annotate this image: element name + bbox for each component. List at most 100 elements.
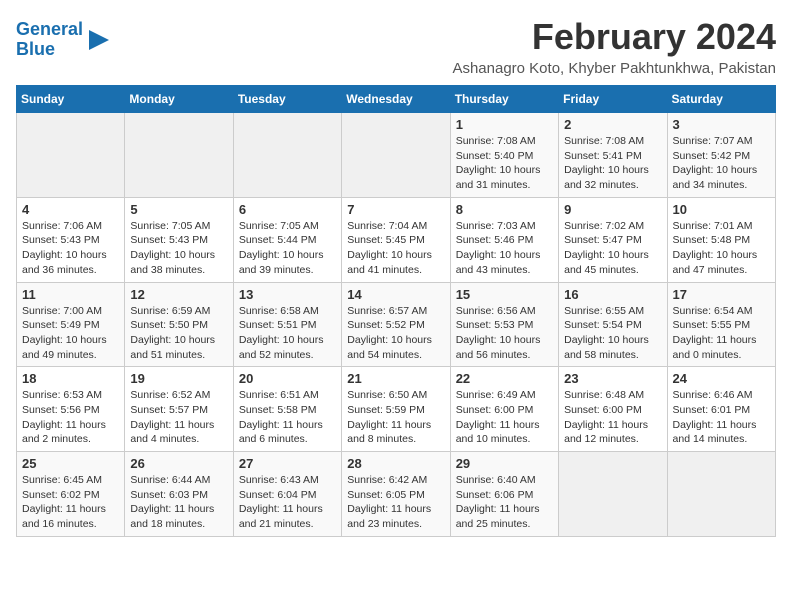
calendar-cell: 18 Sunrise: 6:53 AMSunset: 5:56 PMDayligh…	[17, 367, 125, 452]
day-number: 21	[347, 371, 444, 386]
calendar-cell: 21 Sunrise: 6:50 AMSunset: 5:59 PMDayligh…	[342, 367, 450, 452]
day-info: Sunrise: 6:53 AMSunset: 5:56 PMDaylight:…	[22, 388, 119, 447]
calendar-cell: 28 Sunrise: 6:42 AMSunset: 6:05 PMDayligh…	[342, 452, 450, 537]
calendar-cell	[17, 113, 125, 198]
day-header-wednesday: Wednesday	[342, 86, 450, 113]
day-number: 16	[564, 287, 661, 302]
calendar-cell: 20 Sunrise: 6:51 AMSunset: 5:58 PMDayligh…	[233, 367, 341, 452]
day-number: 7	[347, 202, 444, 217]
day-info: Sunrise: 6:51 AMSunset: 5:58 PMDaylight:…	[239, 388, 336, 447]
calendar-cell: 9 Sunrise: 7:02 AMSunset: 5:47 PMDaylight…	[559, 197, 667, 282]
day-info: Sunrise: 6:48 AMSunset: 6:00 PMDaylight:…	[564, 388, 661, 447]
day-number: 18	[22, 371, 119, 386]
day-info: Sunrise: 7:04 AMSunset: 5:45 PMDaylight:…	[347, 219, 444, 278]
day-number: 28	[347, 456, 444, 471]
calendar-header: SundayMondayTuesdayWednesdayThursdayFrid…	[17, 86, 776, 113]
day-number: 22	[456, 371, 553, 386]
day-info: Sunrise: 6:56 AMSunset: 5:53 PMDaylight:…	[456, 304, 553, 363]
calendar-cell: 8 Sunrise: 7:03 AMSunset: 5:46 PMDaylight…	[450, 197, 558, 282]
day-info: Sunrise: 7:02 AMSunset: 5:47 PMDaylight:…	[564, 219, 661, 278]
day-number: 17	[673, 287, 770, 302]
day-info: Sunrise: 6:55 AMSunset: 5:54 PMDaylight:…	[564, 304, 661, 363]
day-info: Sunrise: 6:58 AMSunset: 5:51 PMDaylight:…	[239, 304, 336, 363]
calendar-cell	[559, 452, 667, 537]
calendar-week-5: 25 Sunrise: 6:45 AMSunset: 6:02 PMDayligh…	[17, 452, 776, 537]
day-header-friday: Friday	[559, 86, 667, 113]
calendar-cell	[233, 113, 341, 198]
day-header-tuesday: Tuesday	[233, 86, 341, 113]
day-info: Sunrise: 7:08 AMSunset: 5:41 PMDaylight:…	[564, 134, 661, 193]
day-info: Sunrise: 7:07 AMSunset: 5:42 PMDaylight:…	[673, 134, 770, 193]
day-number: 13	[239, 287, 336, 302]
day-number: 8	[456, 202, 553, 217]
calendar-cell	[342, 113, 450, 198]
day-number: 29	[456, 456, 553, 471]
calendar-cell: 22 Sunrise: 6:49 AMSunset: 6:00 PMDayligh…	[450, 367, 558, 452]
logo-icon	[85, 26, 113, 54]
day-number: 9	[564, 202, 661, 217]
day-header-monday: Monday	[125, 86, 233, 113]
day-number: 23	[564, 371, 661, 386]
calendar-cell: 26 Sunrise: 6:44 AMSunset: 6:03 PMDayligh…	[125, 452, 233, 537]
calendar-cell: 16 Sunrise: 6:55 AMSunset: 5:54 PMDayligh…	[559, 282, 667, 367]
calendar-cell: 23 Sunrise: 6:48 AMSunset: 6:00 PMDayligh…	[559, 367, 667, 452]
day-number: 26	[130, 456, 227, 471]
calendar-cell: 27Sunrise: 6:43 AMSunset: 6:04 PMDayligh…	[233, 452, 341, 537]
calendar-cell	[125, 113, 233, 198]
page-header: General Blue February 2024 Ashanagro Kot…	[16, 16, 776, 77]
day-info: Sunrise: 6:52 AMSunset: 5:57 PMDaylight:…	[130, 388, 227, 447]
day-info: Sunrise: 7:05 AMSunset: 5:44 PMDaylight:…	[239, 219, 336, 278]
calendar-cell: 4 Sunrise: 7:06 AMSunset: 5:43 PMDaylight…	[17, 197, 125, 282]
day-info: Sunrise: 6:43 AMSunset: 6:04 PMDaylight:…	[239, 473, 336, 532]
day-info: Sunrise: 7:00 AMSunset: 5:49 PMDaylight:…	[22, 304, 119, 363]
day-info: Sunrise: 6:59 AMSunset: 5:50 PMDaylight:…	[130, 304, 227, 363]
calendar-cell: 3 Sunrise: 7:07 AMSunset: 5:42 PMDaylight…	[667, 113, 775, 198]
calendar-week-4: 18 Sunrise: 6:53 AMSunset: 5:56 PMDayligh…	[17, 367, 776, 452]
calendar-cell: 2 Sunrise: 7:08 AMSunset: 5:41 PMDaylight…	[559, 113, 667, 198]
day-header-sunday: Sunday	[17, 86, 125, 113]
day-info: Sunrise: 7:08 AMSunset: 5:40 PMDaylight:…	[456, 134, 553, 193]
calendar-cell: 24Sunrise: 6:46 AMSunset: 6:01 PMDayligh…	[667, 367, 775, 452]
calendar-cell: 25 Sunrise: 6:45 AMSunset: 6:02 PMDayligh…	[17, 452, 125, 537]
calendar-cell: 5 Sunrise: 7:05 AMSunset: 5:43 PMDaylight…	[125, 197, 233, 282]
calendar-cell: 12Sunrise: 6:59 AMSunset: 5:50 PMDayligh…	[125, 282, 233, 367]
day-number: 14	[347, 287, 444, 302]
calendar-cell: 7 Sunrise: 7:04 AMSunset: 5:45 PMDaylight…	[342, 197, 450, 282]
day-number: 1	[456, 117, 553, 132]
calendar-cell	[667, 452, 775, 537]
calendar-cell: 10Sunrise: 7:01 AMSunset: 5:48 PMDayligh…	[667, 197, 775, 282]
day-info: Sunrise: 7:01 AMSunset: 5:48 PMDaylight:…	[673, 219, 770, 278]
calendar-cell: 13 Sunrise: 6:58 AMSunset: 5:51 PMDayligh…	[233, 282, 341, 367]
day-number: 5	[130, 202, 227, 217]
day-number: 20	[239, 371, 336, 386]
day-info: Sunrise: 6:49 AMSunset: 6:00 PMDaylight:…	[456, 388, 553, 447]
day-number: 19	[130, 371, 227, 386]
title-section: February 2024 Ashanagro Koto, Khyber Pak…	[452, 16, 776, 77]
day-number: 2	[564, 117, 661, 132]
day-number: 15	[456, 287, 553, 302]
day-info: Sunrise: 7:03 AMSunset: 5:46 PMDaylight:…	[456, 219, 553, 278]
day-info: Sunrise: 6:45 AMSunset: 6:02 PMDaylight:…	[22, 473, 119, 532]
day-info: Sunrise: 6:54 AMSunset: 5:55 PMDaylight:…	[673, 304, 770, 363]
month-title: February 2024	[452, 16, 776, 58]
day-number: 25	[22, 456, 119, 471]
day-info: Sunrise: 6:44 AMSunset: 6:03 PMDaylight:…	[130, 473, 227, 532]
logo: General Blue	[16, 20, 113, 60]
calendar-week-2: 4 Sunrise: 7:06 AMSunset: 5:43 PMDaylight…	[17, 197, 776, 282]
calendar-table: SundayMondayTuesdayWednesdayThursdayFrid…	[16, 85, 776, 537]
calendar-cell: 11 Sunrise: 7:00 AMSunset: 5:49 PMDayligh…	[17, 282, 125, 367]
calendar-cell: 19 Sunrise: 6:52 AMSunset: 5:57 PMDayligh…	[125, 367, 233, 452]
day-info: Sunrise: 7:06 AMSunset: 5:43 PMDaylight:…	[22, 219, 119, 278]
day-number: 3	[673, 117, 770, 132]
calendar-week-1: 1 Sunrise: 7:08 AMSunset: 5:40 PMDaylight…	[17, 113, 776, 198]
calendar-cell: 17 Sunrise: 6:54 AMSunset: 5:55 PMDayligh…	[667, 282, 775, 367]
day-info: Sunrise: 6:42 AMSunset: 6:05 PMDaylight:…	[347, 473, 444, 532]
logo-text: General Blue	[16, 20, 83, 60]
calendar-cell: 14 Sunrise: 6:57 AMSunset: 5:52 PMDayligh…	[342, 282, 450, 367]
day-info: Sunrise: 6:50 AMSunset: 5:59 PMDaylight:…	[347, 388, 444, 447]
day-info: Sunrise: 6:57 AMSunset: 5:52 PMDaylight:…	[347, 304, 444, 363]
day-info: Sunrise: 7:05 AMSunset: 5:43 PMDaylight:…	[130, 219, 227, 278]
day-number: 11	[22, 287, 119, 302]
day-number: 6	[239, 202, 336, 217]
day-number: 4	[22, 202, 119, 217]
